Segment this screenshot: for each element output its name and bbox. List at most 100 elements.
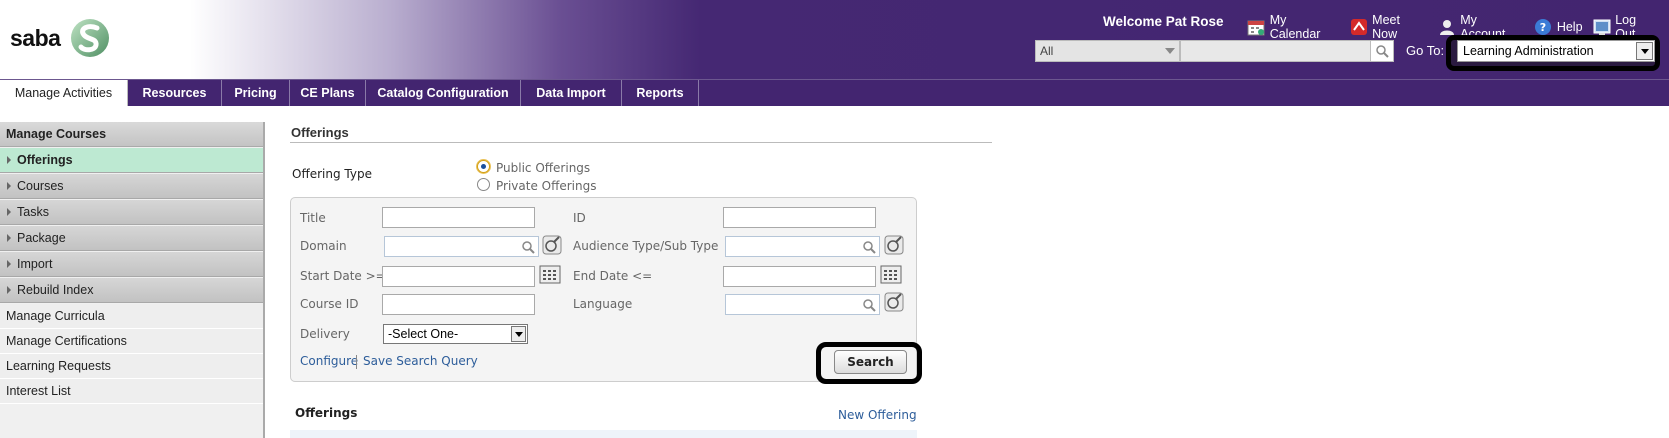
new-offering-link[interactable]: New Offering — [838, 408, 917, 422]
meet-now-icon — [1349, 18, 1368, 37]
course-id-input[interactable] — [382, 294, 535, 315]
sidebar-item-label: Tasks — [17, 205, 49, 219]
save-search-query-link[interactable]: Save Search Query — [363, 354, 478, 368]
sidebar-item-manage-certifications[interactable]: Manage Certifications — [0, 329, 263, 354]
offering-type-label: Offering Type — [292, 167, 372, 181]
tab-resources[interactable]: Resources — [128, 80, 222, 106]
sidebar-item-import[interactable]: Import — [0, 252, 263, 277]
sidebar-item-label: Package — [17, 231, 66, 245]
search-icon[interactable] — [861, 239, 877, 255]
sidebar: Manage Courses Offerings Courses Tasks P… — [0, 122, 265, 438]
audience-type-input[interactable] — [725, 236, 880, 257]
title-input[interactable] — [382, 207, 535, 228]
start-date-label: Start Date >= — [300, 269, 386, 283]
svg-text:?: ? — [1540, 21, 1546, 34]
logout-icon — [1593, 18, 1612, 37]
private-offerings-label: Private Offerings — [496, 179, 597, 193]
title-divider — [290, 142, 992, 143]
goto-select[interactable]: Learning Administration — [1457, 40, 1655, 62]
welcome-text: Welcome Pat Rose — [1103, 14, 1224, 29]
help-link[interactable]: ? Help — [1534, 18, 1583, 37]
offerings-list-area — [290, 430, 917, 438]
start-date-input[interactable] — [382, 266, 535, 287]
caret-right-icon — [7, 208, 11, 216]
help-label: Help — [1556, 20, 1583, 34]
caret-right-icon — [7, 156, 11, 164]
chevron-down-icon[interactable] — [511, 326, 526, 342]
tab-reports[interactable]: Reports — [622, 80, 699, 106]
caret-right-icon — [7, 234, 11, 242]
search-icon[interactable] — [861, 297, 877, 313]
main-nav: Manage Activities Resources Pricing CE P… — [0, 79, 1669, 106]
logo-swirl-icon — [71, 19, 110, 57]
caret-right-icon — [7, 260, 11, 268]
public-offerings-label: Public Offerings — [496, 161, 591, 175]
domain-label: Domain — [300, 239, 347, 253]
clear-language-icon[interactable] — [883, 291, 905, 312]
configure-link[interactable]: Configure — [300, 354, 358, 368]
language-input[interactable] — [725, 294, 880, 315]
tab-ce-plans[interactable]: CE Plans — [290, 80, 366, 106]
help-icon: ? — [1534, 18, 1553, 37]
clear-domain-icon[interactable] — [541, 234, 563, 255]
search-icon[interactable] — [1370, 40, 1394, 62]
global-search-input[interactable] — [1180, 40, 1380, 62]
search-icon[interactable] — [520, 239, 536, 255]
clear-audience-icon[interactable] — [883, 234, 905, 255]
end-date-label: End Date <= — [573, 269, 653, 283]
calendar-icon — [1247, 18, 1266, 37]
sidebar-item-rebuild-index[interactable]: Rebuild Index — [0, 278, 263, 303]
sidebar-item-label: Import — [17, 257, 53, 271]
course-id-label: Course ID — [300, 297, 359, 311]
logo-text: saba — [10, 24, 61, 51]
offerings-section-title: Offerings — [295, 406, 358, 420]
delivery-label: Delivery — [300, 327, 350, 341]
delivery-select[interactable]: -Select One- — [383, 324, 528, 344]
saba-logo[interactable]: saba — [10, 18, 110, 58]
calendar-icon[interactable] — [539, 263, 561, 284]
tab-data-import[interactable]: Data Import — [521, 80, 622, 106]
tab-catalog-configuration[interactable]: Catalog Configuration — [366, 80, 521, 106]
tab-manage-activities[interactable]: Manage Activities — [0, 80, 128, 106]
sidebar-item-tasks[interactable]: Tasks — [0, 200, 263, 225]
sidebar-item-package[interactable]: Package — [0, 226, 263, 251]
caret-right-icon — [7, 286, 11, 294]
chevron-down-icon[interactable] — [1636, 42, 1653, 60]
goto-value: Learning Administration — [1463, 44, 1594, 58]
domain-input[interactable] — [384, 236, 539, 257]
my-calendar-link[interactable]: My Calendar — [1247, 13, 1339, 41]
sidebar-header-manage-courses[interactable]: Manage Courses — [0, 122, 263, 147]
sidebar-item-label: Courses — [17, 179, 64, 193]
private-offerings-radio[interactable] — [477, 178, 490, 191]
language-label: Language — [573, 297, 633, 311]
meet-now-label: Meet Now — [1372, 13, 1400, 41]
my-calendar-label: My Calendar — [1269, 13, 1321, 41]
delivery-value: -Select One- — [388, 327, 459, 341]
search-button[interactable]: Search — [834, 350, 907, 374]
search-scope-select[interactable]: All — [1035, 40, 1180, 62]
title-label: Title — [300, 211, 326, 225]
end-date-input[interactable] — [723, 266, 876, 287]
sidebar-item-label: Rebuild Index — [17, 283, 94, 297]
top-header: saba Welcome Pat Rose My Calendar Meet N… — [0, 0, 1669, 79]
sidebar-item-manage-curricula[interactable]: Manage Curricula — [0, 304, 263, 329]
sidebar-item-label: Offerings — [17, 153, 73, 167]
tab-pricing[interactable]: Pricing — [222, 80, 290, 106]
audience-type-label: Audience Type/Sub Type — [573, 239, 719, 253]
public-offerings-radio[interactable] — [477, 160, 490, 173]
meet-now-link[interactable]: Meet Now — [1349, 13, 1427, 41]
caret-right-icon — [7, 182, 11, 190]
sidebar-item-interest-list[interactable]: Interest List — [0, 379, 263, 404]
sidebar-item-offerings[interactable]: Offerings — [0, 148, 263, 173]
goto-label: Go To: — [1406, 43, 1445, 58]
id-input[interactable] — [723, 207, 876, 228]
link-separator — [356, 355, 357, 369]
sidebar-item-learning-requests[interactable]: Learning Requests — [0, 354, 263, 379]
calendar-icon[interactable] — [880, 263, 902, 284]
search-scope-value: All — [1040, 44, 1054, 58]
id-label: ID — [573, 211, 586, 225]
chevron-down-icon — [1165, 48, 1175, 54]
page-title: Offerings — [291, 125, 349, 140]
user-icon — [1438, 18, 1457, 37]
sidebar-item-courses[interactable]: Courses — [0, 174, 263, 199]
